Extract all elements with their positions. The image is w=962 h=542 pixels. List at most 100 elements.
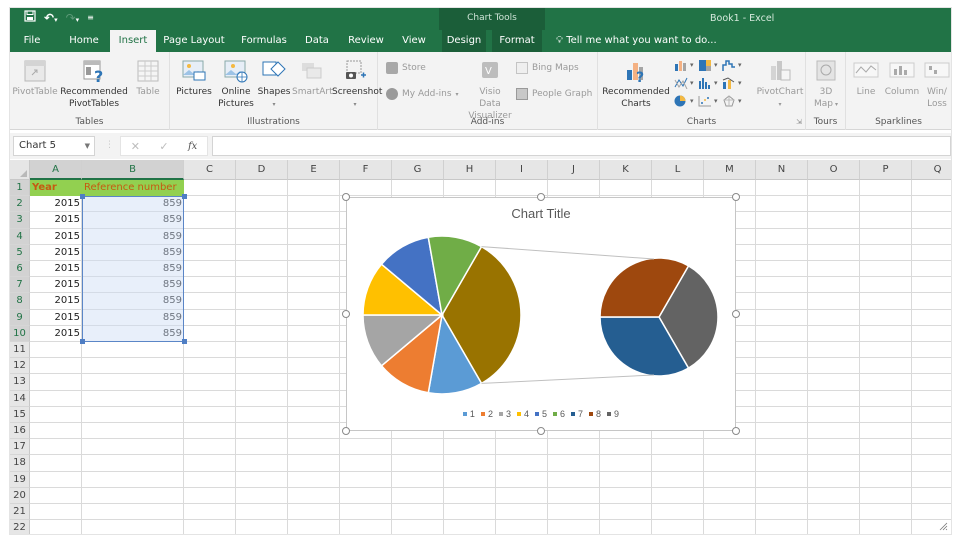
- cell-b2[interactable]: 859: [82, 196, 184, 212]
- column-header-c[interactable]: C: [184, 160, 236, 180]
- 3d-map-button[interactable]: 3D Map ▾: [808, 58, 844, 111]
- row-header-16[interactable]: 16: [10, 423, 30, 440]
- column-header-i[interactable]: I: [496, 160, 548, 180]
- range-handle[interactable]: [80, 194, 85, 200]
- cell-b7[interactable]: 859: [82, 277, 184, 293]
- row-header-11[interactable]: 11: [10, 342, 30, 359]
- name-box-dropdown-icon[interactable]: ▼: [85, 137, 90, 155]
- cell-a1[interactable]: Year: [30, 180, 82, 197]
- row-header-17[interactable]: 17: [10, 439, 30, 456]
- column-header-k[interactable]: K: [600, 160, 652, 180]
- online-pictures-button[interactable]: Online Pictures: [216, 58, 256, 110]
- sparkline-winloss-button[interactable]: Win/ Loss: [922, 58, 951, 110]
- cell-a2[interactable]: 2015: [30, 196, 82, 212]
- chart-resize-handle[interactable]: [732, 193, 740, 201]
- row-header-9[interactable]: 9: [10, 309, 30, 326]
- cell-b5[interactable]: 859: [82, 245, 184, 261]
- range-handle[interactable]: [182, 194, 187, 200]
- column-header-f[interactable]: F: [340, 160, 392, 180]
- pivotchart-button[interactable]: PivotChart ▾: [756, 58, 804, 111]
- cell-a9[interactable]: 2015: [30, 310, 82, 326]
- screenshot-button[interactable]: Screenshot ▾: [332, 58, 382, 111]
- pivottable-button[interactable]: PivotTable: [12, 58, 58, 98]
- cell-a6[interactable]: 2015: [30, 261, 82, 277]
- tab-page-layout[interactable]: Page Layout: [162, 30, 226, 52]
- cell-a10[interactable]: 2015: [30, 326, 82, 342]
- cell-a7[interactable]: 2015: [30, 277, 82, 293]
- cell-a3[interactable]: 2015: [30, 212, 82, 228]
- resize-grip-icon[interactable]: [938, 521, 948, 531]
- tab-design[interactable]: Design: [442, 30, 486, 52]
- chart-resize-handle[interactable]: [342, 427, 350, 435]
- chart-resize-handle[interactable]: [342, 310, 350, 318]
- row-header-3[interactable]: 3: [10, 212, 30, 229]
- recommended-charts-button[interactable]: ? Recommended Charts: [602, 58, 670, 110]
- scatter-chart-button[interactable]: ▾: [698, 94, 720, 108]
- column-header-g[interactable]: G: [392, 160, 444, 180]
- charts-dialog-launcher-icon[interactable]: ⇲: [796, 118, 802, 126]
- column-header-m[interactable]: M: [704, 160, 756, 180]
- row-header-1[interactable]: 1: [10, 180, 30, 197]
- radar-chart-button[interactable]: ▾: [722, 94, 744, 108]
- legend-item-5[interactable]: 5: [534, 409, 547, 419]
- legend-item-4[interactable]: 4: [516, 409, 529, 419]
- column-header-l[interactable]: L: [652, 160, 704, 180]
- column-header-b[interactable]: B: [82, 160, 184, 180]
- redo-icon[interactable]: ↷▾: [66, 11, 80, 25]
- tab-review[interactable]: Review: [344, 30, 388, 52]
- statistic-chart-button[interactable]: ▾: [698, 76, 720, 90]
- cell-b3[interactable]: 859: [82, 212, 184, 228]
- column-header-e[interactable]: E: [288, 160, 340, 180]
- cell-a5[interactable]: 2015: [30, 245, 82, 261]
- column-header-h[interactable]: H: [444, 160, 496, 180]
- chart-resize-handle[interactable]: [537, 193, 545, 201]
- row-header-10[interactable]: 10: [10, 325, 30, 342]
- cell-a4[interactable]: 2015: [30, 229, 82, 245]
- chart-object[interactable]: Chart Title 123456789: [342, 193, 740, 435]
- cell-b8[interactable]: 859: [82, 293, 184, 309]
- formula-bar-splitter[interactable]: ⋮: [105, 140, 114, 150]
- row-header-4[interactable]: 4: [10, 228, 30, 245]
- column-header-p[interactable]: P: [860, 160, 912, 180]
- sparkline-line-button[interactable]: Line: [850, 58, 882, 98]
- legend-item-9[interactable]: 9: [607, 409, 619, 419]
- tab-data[interactable]: Data: [300, 30, 334, 52]
- cell-b6[interactable]: 859: [82, 261, 184, 277]
- chart-resize-handle[interactable]: [342, 193, 350, 201]
- pictures-button[interactable]: Pictures: [174, 58, 214, 98]
- undo-icon[interactable]: ↶▾: [44, 11, 58, 25]
- row-header-2[interactable]: 2: [10, 196, 30, 213]
- line-chart-button[interactable]: ▾: [674, 76, 696, 90]
- insert-function-icon[interactable]: fx: [188, 141, 197, 152]
- column-chart-button[interactable]: ▾: [674, 58, 696, 72]
- combo-chart-button[interactable]: ▾: [722, 76, 744, 90]
- formula-input[interactable]: [212, 136, 951, 156]
- chart-resize-handle[interactable]: [537, 427, 545, 435]
- cancel-icon[interactable]: ✕: [131, 140, 140, 153]
- sparkline-column-button[interactable]: Column: [884, 58, 920, 98]
- my-addins-button[interactable]: My Add-ins ▾: [386, 88, 459, 100]
- row-header-5[interactable]: 5: [10, 244, 30, 261]
- row-header-12[interactable]: 12: [10, 358, 30, 375]
- row-header-20[interactable]: 20: [10, 487, 30, 504]
- chart-resize-handle[interactable]: [732, 310, 740, 318]
- range-handle[interactable]: [80, 339, 85, 344]
- recommended-pivottables-button[interactable]: ? Recommended PivotTables: [60, 58, 128, 110]
- tab-view[interactable]: View: [398, 30, 430, 52]
- tell-me-search[interactable]: 💡︎ Tell me what you want to do...: [556, 30, 717, 52]
- pie-chart-button[interactable]: ▾: [674, 94, 696, 108]
- row-header-18[interactable]: 18: [10, 455, 30, 472]
- legend-item-2[interactable]: 2: [480, 409, 493, 419]
- column-header-a[interactable]: A: [30, 160, 82, 180]
- legend-item-6[interactable]: 6: [553, 409, 565, 419]
- row-header-7[interactable]: 7: [10, 277, 30, 294]
- customize-qat-icon[interactable]: ≡: [87, 13, 94, 22]
- row-header-6[interactable]: 6: [10, 261, 30, 278]
- row-header-19[interactable]: 19: [10, 471, 30, 488]
- table-button[interactable]: Table: [130, 58, 166, 98]
- tab-formulas[interactable]: Formulas: [238, 30, 290, 52]
- row-header-22[interactable]: 22: [10, 520, 30, 534]
- select-all-button[interactable]: [10, 160, 30, 180]
- store-button[interactable]: Store: [386, 62, 426, 74]
- row-header-8[interactable]: 8: [10, 293, 30, 310]
